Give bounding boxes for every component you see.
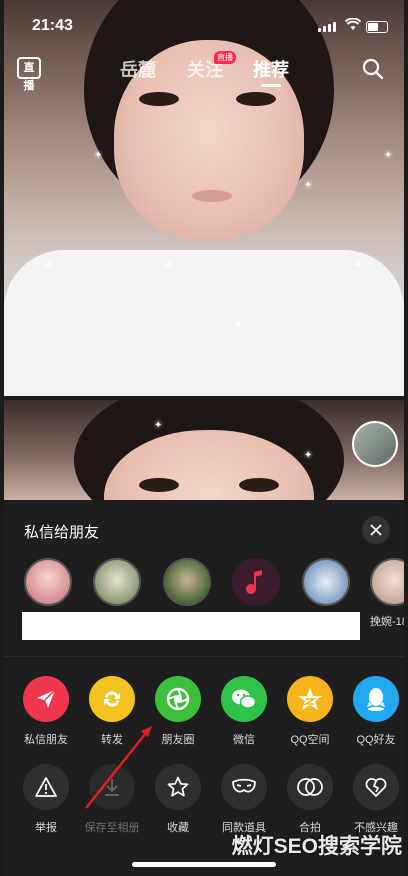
watermark: 燃灯SEO搜索学院: [231, 835, 402, 858]
screen: ✦ ✦ ✦ ✦ ✦ ✦ ✦ ✦ ✦ 21:43 直播 岳麓 关注 直播 推荐 私…: [0, 0, 408, 876]
annotation-arrow-icon: [85, 726, 152, 809]
home-indicator[interactable]: [132, 862, 276, 867]
